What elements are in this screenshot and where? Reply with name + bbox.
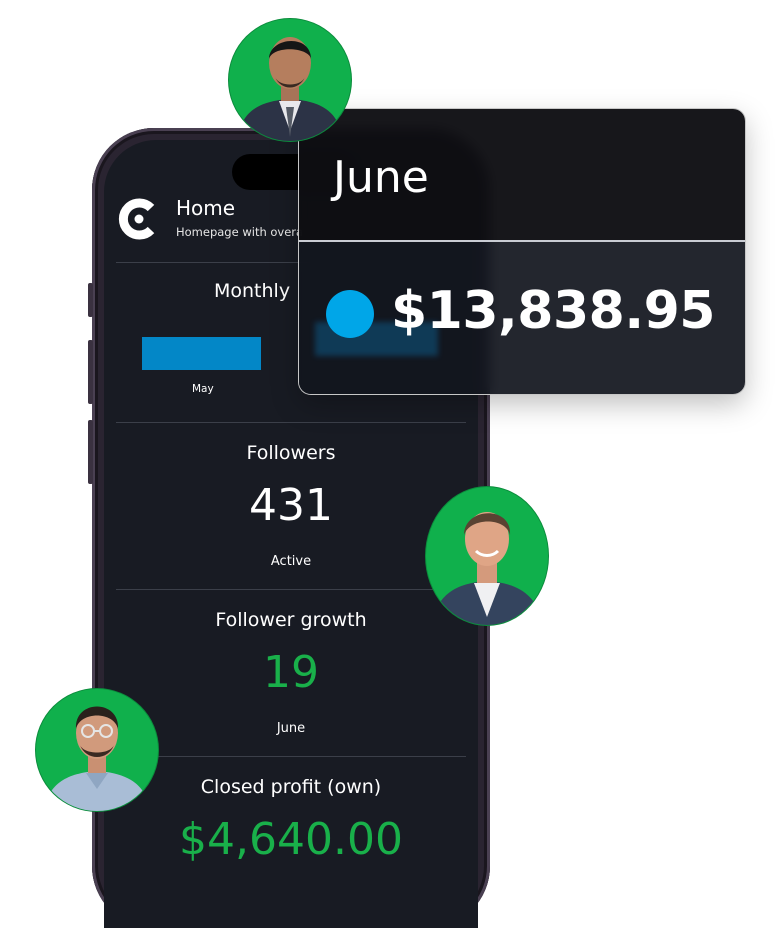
followers-label: Active <box>270 554 312 569</box>
chart-bar-label-may: May <box>192 383 214 395</box>
follower-growth-label: June <box>276 721 306 736</box>
tooltip-month: June <box>333 152 429 203</box>
chart-tooltip-card: June $13,838.95 <box>299 109 745 394</box>
divider <box>116 756 466 757</box>
chart-bar-may[interactable] <box>142 337 261 370</box>
closed-profit-value: $4,640.00 <box>179 814 403 865</box>
divider <box>116 589 466 590</box>
divider <box>116 422 466 423</box>
phone-volume-up-button <box>88 340 93 404</box>
followers-title: Followers <box>246 442 336 464</box>
phone-side-button <box>88 283 93 317</box>
series-dot-icon <box>326 290 374 338</box>
page-title: Home <box>176 196 236 220</box>
follower-growth-value: 19 <box>263 647 319 698</box>
tooltip-value: $13,838.95 <box>391 281 715 341</box>
page-subtitle: Homepage with overa <box>176 225 304 239</box>
closed-profit-title: Closed profit (own) <box>200 776 382 798</box>
man-suit-avatar <box>229 19 351 141</box>
monthly-chart-title: Monthly <box>214 280 291 302</box>
app-logo-icon[interactable] <box>118 198 160 240</box>
follower-growth-title: Follower growth <box>215 609 367 631</box>
man-glasses-avatar <box>36 689 158 811</box>
followers-value: 431 <box>249 480 333 531</box>
phone-volume-down-button <box>88 420 93 484</box>
man-blazer-avatar <box>426 487 548 625</box>
